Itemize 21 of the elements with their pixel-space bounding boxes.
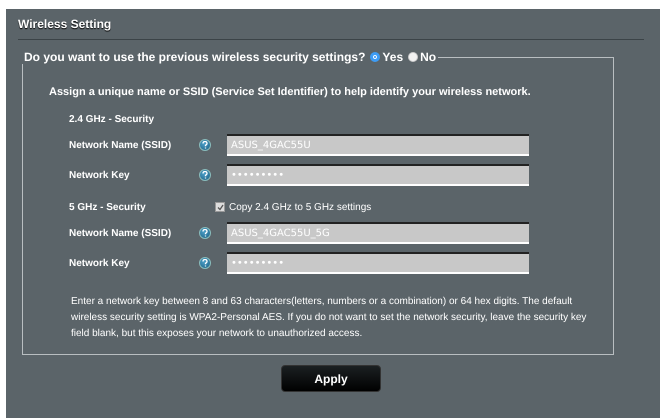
field-label: Network Key xyxy=(69,258,131,268)
field-label: Network Key xyxy=(69,170,131,180)
checkbox[interactable] xyxy=(215,202,225,212)
panel-title: Wireless Setting xyxy=(18,17,644,40)
radio-button[interactable] xyxy=(408,52,418,62)
help-icon[interactable] xyxy=(199,227,211,239)
radio-label[interactable]: Yes xyxy=(382,50,404,64)
question-text: Do you want to use the previous wireless security settings? xyxy=(24,50,366,64)
radio-button[interactable] xyxy=(370,52,380,62)
band-heading: 2.4 GHz - Security xyxy=(69,114,156,124)
help-icon[interactable] xyxy=(199,169,211,181)
checkbox-label[interactable]: Copy 2.4 GHz to 5 GHz settings xyxy=(229,202,372,212)
intro-text: Assign a unique name or SSID (Service Set Identifier) to help identify your wireless network. xyxy=(49,86,532,98)
field-label: Network Name (SSID) xyxy=(69,228,172,238)
apply-button[interactable]: Apply xyxy=(281,365,381,392)
note-text: Enter a network key between 8 and 63 characters(letters, numbers or a combination) or 64 hex digits. The default wireless security setting is WPA2-Personal AES. If you do not want to set the network security, leave the security key field blank, but this exposes your network to unauthorized access. xyxy=(71,295,588,341)
band-heading: 5 GHz - Security xyxy=(69,202,147,212)
field-label: Network Name (SSID) xyxy=(69,140,172,150)
help-icon[interactable] xyxy=(199,257,211,269)
radio-label[interactable]: No xyxy=(420,50,436,64)
help-icon[interactable] xyxy=(199,139,211,151)
